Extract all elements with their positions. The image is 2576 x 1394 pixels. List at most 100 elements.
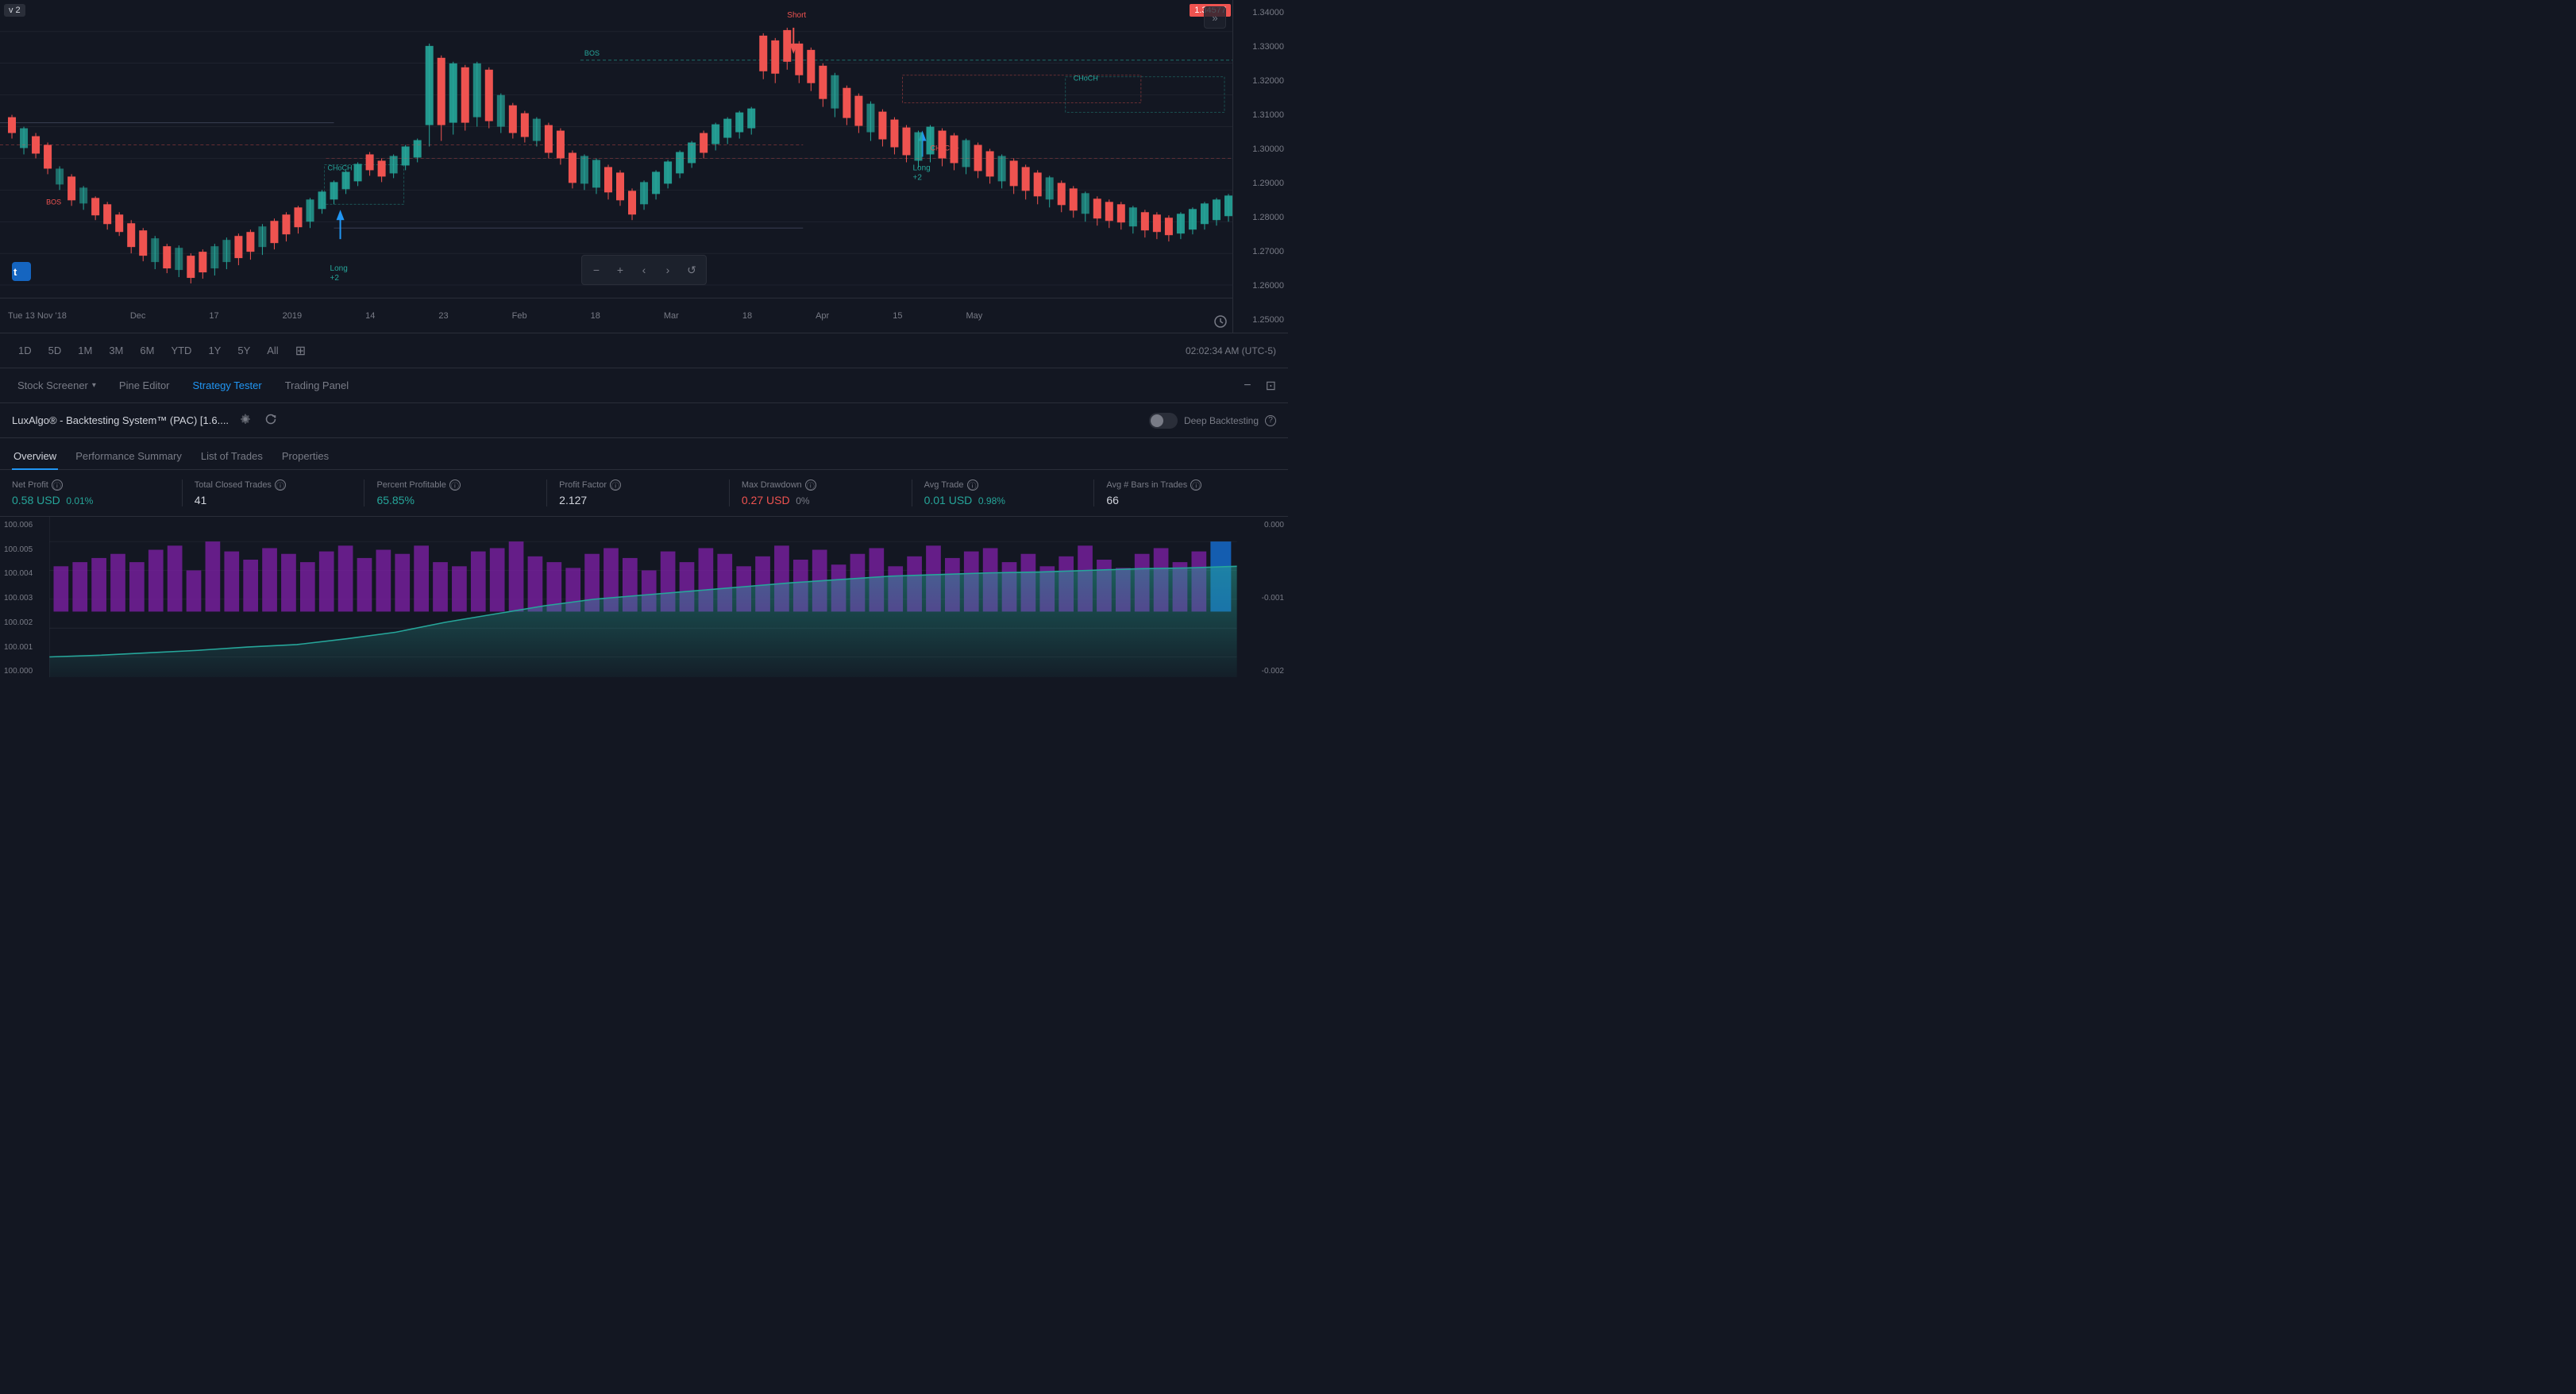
- total-trades-help-icon[interactable]: ⓘ: [275, 479, 286, 491]
- reset-button[interactable]: ↺: [681, 259, 703, 281]
- avg-trade-help-icon[interactable]: ⓘ: [967, 479, 978, 491]
- strategy-header: LuxAlgo® - Backtesting System™ (PAC) [1.…: [0, 403, 1288, 438]
- net-profit-help-icon[interactable]: ⓘ: [52, 479, 63, 491]
- timeframe-1y[interactable]: 1Y: [202, 341, 227, 360]
- svg-text:BOS: BOS: [46, 198, 61, 206]
- profit-factor-label: Profit Factor: [559, 480, 607, 490]
- deep-backtesting-help-icon[interactable]: ?: [1265, 415, 1276, 426]
- timeframe-1d[interactable]: 1D: [12, 341, 38, 360]
- tab-stock-screener[interactable]: Stock Screener ▾: [8, 375, 106, 396]
- svg-text:+2: +2: [912, 173, 922, 182]
- time-label: 23: [438, 311, 448, 321]
- svg-text:CHoCH: CHoCH: [1074, 75, 1098, 83]
- price-label: 1.34000: [1237, 8, 1284, 17]
- price-label: 1.25000: [1237, 315, 1284, 325]
- timeframe-1m[interactable]: 1M: [71, 341, 98, 360]
- avg-trade-label: Avg Trade: [924, 480, 964, 490]
- subtab-list-of-trades[interactable]: List of Trades: [199, 444, 264, 470]
- goto-realtime-icon[interactable]: [1213, 314, 1228, 329]
- y-label: 100.004: [4, 569, 44, 578]
- svg-text:BOS: BOS: [584, 49, 600, 57]
- profit-factor-help-icon[interactable]: ⓘ: [610, 479, 621, 491]
- subtab-performance-summary[interactable]: Performance Summary: [74, 444, 183, 470]
- subtab-overview[interactable]: Overview: [12, 444, 58, 470]
- time-label: Dec: [130, 311, 146, 321]
- stock-screener-label: Stock Screener: [17, 379, 88, 391]
- time-label: May: [966, 311, 982, 321]
- strategy-refresh-button[interactable]: [262, 410, 280, 431]
- timeframe-6m[interactable]: 6M: [133, 341, 160, 360]
- avg-bars-help-icon[interactable]: ⓘ: [1190, 479, 1201, 491]
- y-label-right: -0.002: [1244, 667, 1284, 676]
- metric-total-trades: Total Closed Trades ⓘ 41: [183, 479, 365, 506]
- svg-text:Long: Long: [912, 164, 930, 172]
- zoom-out-button[interactable]: −: [585, 259, 607, 281]
- equity-y-axis-right: 0.000 -0.001 -0.002: [1240, 517, 1288, 680]
- dropdown-arrow-icon: ▾: [92, 381, 96, 390]
- profit-factor-value: 2.127: [559, 494, 717, 506]
- max-drawdown-help-icon[interactable]: ⓘ: [805, 479, 816, 491]
- y-label: 100.003: [4, 594, 44, 603]
- timeframe-5d[interactable]: 5D: [42, 341, 68, 360]
- price-label: 1.30000: [1237, 144, 1284, 154]
- compare-button[interactable]: ⊞: [289, 340, 312, 362]
- svg-text:Long: Long: [330, 264, 348, 273]
- percent-profitable-value: 65.85%: [376, 494, 534, 506]
- price-label: 1.31000: [1237, 110, 1284, 120]
- timeframe-all[interactable]: All: [260, 341, 284, 360]
- price-label: 1.28000: [1237, 213, 1284, 222]
- zoom-in-button[interactable]: +: [609, 259, 631, 281]
- candlestick-chart: BOS BOS CHoCH CHoCH CHoCH+ Short Long +2…: [0, 0, 1232, 297]
- net-profit-label: Net Profit: [12, 480, 48, 490]
- strategy-title-area: LuxAlgo® - Backtesting System™ (PAC) [1.…: [12, 410, 280, 431]
- tab-trading-panel[interactable]: Trading Panel: [276, 375, 358, 396]
- strategy-settings-button[interactable]: [237, 410, 254, 431]
- price-axis: 1.34000 1.33000 1.32000 1.31000 1.30000 …: [1232, 0, 1288, 333]
- net-profit-value: 0.58 USD 0.01%: [12, 494, 170, 506]
- time-label: 2019: [283, 311, 302, 321]
- strategy-tester-label: Strategy Tester: [193, 379, 262, 391]
- y-label: 100.000: [4, 667, 44, 676]
- strategy-name: LuxAlgo® - Backtesting System™ (PAC) [1.…: [12, 414, 229, 426]
- subtab-properties[interactable]: Properties: [280, 444, 330, 470]
- scroll-right-button[interactable]: ›: [657, 259, 679, 281]
- y-label: 100.001: [4, 643, 44, 652]
- current-date-label: Tue 13 Nov '18: [8, 311, 67, 321]
- expand-chart-button[interactable]: »: [1204, 6, 1226, 29]
- time-label: 15: [893, 311, 902, 321]
- price-label: 1.32000: [1237, 76, 1284, 86]
- strategy-subtabs: Overview Performance Summary List of Tra…: [0, 438, 1288, 470]
- timeframe-ytd[interactable]: YTD: [164, 341, 198, 360]
- minimize-panel-button[interactable]: −: [1240, 377, 1255, 395]
- price-label: 1.27000: [1237, 247, 1284, 256]
- time-label: 18: [742, 311, 752, 321]
- scroll-left-button[interactable]: ‹: [633, 259, 655, 281]
- panel-controls: − ⊡: [1240, 376, 1280, 395]
- max-drawdown-label: Max Drawdown: [742, 480, 802, 490]
- metrics-row: Net Profit ⓘ 0.58 USD 0.01% Total Closed…: [0, 470, 1288, 517]
- y-label: 100.002: [4, 618, 44, 627]
- time-label: Apr: [816, 311, 829, 321]
- time-axis-right-controls: [1213, 314, 1228, 329]
- metric-percent-profitable: Percent Profitable ⓘ 65.85%: [364, 479, 547, 506]
- timeframe-3m[interactable]: 3M: [102, 341, 129, 360]
- metric-net-profit: Net Profit ⓘ 0.58 USD 0.01%: [12, 479, 183, 506]
- y-label: 100.006: [4, 521, 44, 529]
- metric-profit-factor: Profit Factor ⓘ 2.127: [547, 479, 730, 506]
- panel-tabs-bar: Stock Screener ▾ Pine Editor Strategy Te…: [0, 368, 1288, 403]
- metric-avg-bars: Avg # Bars in Trades ⓘ 66: [1094, 479, 1276, 506]
- tab-strategy-tester[interactable]: Strategy Tester: [183, 375, 272, 396]
- time-label: 14: [365, 311, 375, 321]
- percent-profitable-help-icon[interactable]: ⓘ: [449, 479, 461, 491]
- maximize-panel-button[interactable]: ⊡: [1262, 376, 1280, 395]
- timeframe-buttons: 1D 5D 1M 3M 6M YTD 1Y 5Y All ⊞: [12, 340, 312, 362]
- svg-text:CHoCH: CHoCH: [328, 164, 353, 171]
- tab-pine-editor[interactable]: Pine Editor: [110, 375, 179, 396]
- timeframe-5y[interactable]: 5Y: [231, 341, 256, 360]
- avg-bars-label: Avg # Bars in Trades: [1106, 480, 1187, 490]
- deep-backtesting-toggle[interactable]: [1149, 413, 1178, 429]
- total-trades-value: 41: [195, 494, 353, 506]
- avg-bars-value: 66: [1106, 494, 1264, 506]
- current-time-display: 02:02:34 AM (UTC-5): [1186, 345, 1276, 356]
- y-label: 100.005: [4, 545, 44, 554]
